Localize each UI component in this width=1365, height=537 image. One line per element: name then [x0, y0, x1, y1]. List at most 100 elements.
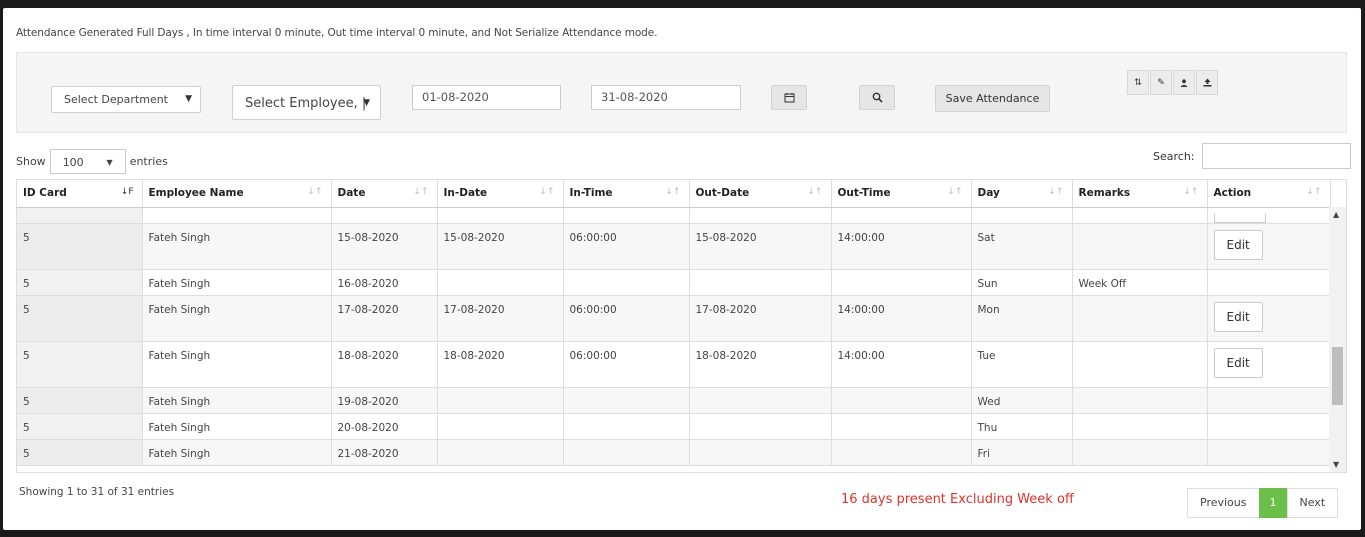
- column-header-label: Day: [977, 187, 1000, 200]
- sort-icon: ↓↑: [307, 187, 323, 197]
- scrollbar-thumb[interactable]: [1332, 347, 1343, 405]
- id-card-cell: 5: [17, 341, 143, 388]
- remarks-cell: [1072, 387, 1208, 414]
- upload-tool-button[interactable]: [1196, 70, 1218, 95]
- employee-select[interactable]: Select Employee, | ▼: [232, 85, 381, 120]
- table-row: 5 Fateh Singh 19-08-2020 Wed: [17, 387, 1331, 414]
- scroll-up-icon[interactable]: ▲: [1333, 210, 1339, 219]
- in-date-cell: [437, 439, 564, 466]
- from-date-input[interactable]: 01-08-2020: [412, 85, 561, 110]
- column-header-label: Out-Date: [695, 187, 750, 200]
- out-time-cell: [831, 269, 972, 296]
- upload-icon: [1203, 78, 1211, 87]
- employee-name-cell: Fateh Singh: [142, 341, 332, 388]
- edit-button[interactable]: Edit: [1213, 301, 1263, 332]
- table-header-row: ID Card ↓F Employee Name ↓↑ Date ↓↑ In-Date…: [17, 180, 1331, 208]
- search-button[interactable]: [859, 85, 895, 110]
- column-header-label: ID Card: [23, 187, 67, 200]
- previous-page-button[interactable]: Previous: [1187, 488, 1260, 518]
- column-header[interactable]: ID Card ↓F: [17, 180, 143, 208]
- table-scrollbar[interactable]: ▲ ▼: [1329, 207, 1346, 472]
- sort-icon: ↓↑: [1306, 187, 1322, 197]
- id-card-cell: 5: [17, 269, 143, 296]
- out-date-cell: 17-08-2020: [689, 295, 832, 342]
- next-page-button[interactable]: Next: [1286, 488, 1339, 518]
- employee-name-cell: Fateh Singh: [142, 413, 332, 440]
- column-header-label: Action: [1213, 187, 1252, 200]
- chevron-down-icon: ▼: [363, 98, 370, 108]
- in-time-cell: 06:00:00: [563, 341, 690, 388]
- in-time-cell: [563, 413, 690, 440]
- in-time-cell: [563, 387, 690, 414]
- action-cell: [1207, 439, 1331, 466]
- table-row: 5 Fateh Singh 20-08-2020 Thu: [17, 413, 1331, 440]
- remarks-cell: [1072, 413, 1208, 440]
- remarks-cell: [1072, 223, 1208, 270]
- column-header[interactable]: Employee Name ↓↑: [142, 180, 332, 208]
- id-card-cell: 5: [17, 295, 143, 342]
- column-header[interactable]: Date ↓↑: [331, 180, 438, 208]
- sort-icon: ↓↑: [947, 187, 963, 197]
- column-header[interactable]: Action ↓↑: [1207, 180, 1331, 208]
- table-row: 5 Fateh Singh 17-08-2020 17-08-2020 06:0…: [17, 295, 1331, 342]
- column-header-label: Remarks: [1078, 187, 1131, 200]
- id-card-cell: 5: [17, 387, 143, 414]
- in-date-cell: [437, 387, 564, 414]
- sort-desc-icon: ↓F: [120, 187, 134, 197]
- search-icon: [872, 92, 883, 103]
- present-summary: 16 days present Excluding Week off: [841, 492, 1074, 507]
- column-header-label: Out-Time: [837, 187, 891, 200]
- sort-icon: ↓↑: [1183, 187, 1199, 197]
- sort-icon: ↓↑: [1048, 187, 1064, 197]
- user-icon: [1180, 78, 1188, 87]
- column-header[interactable]: Out-Date ↓↑: [689, 180, 832, 208]
- date-cell: 15-08-2020: [331, 223, 438, 270]
- employee-name-cell: Fateh Singh: [142, 439, 332, 466]
- date-cell: 21-08-2020: [331, 439, 438, 466]
- sort-tool-button[interactable]: ⇅: [1127, 70, 1149, 95]
- table-info: Showing 1 to 31 of 31 entries: [19, 486, 175, 498]
- column-header[interactable]: Out-Time ↓↑: [831, 180, 972, 208]
- out-time-cell: 14:00:00: [831, 223, 972, 270]
- column-header-label: In-Date: [443, 187, 488, 200]
- attendance-notice: Attendance Generated Full Days , In time…: [16, 27, 658, 39]
- column-header[interactable]: Remarks ↓↑: [1072, 180, 1208, 208]
- attendance-table: ID Card ↓F Employee Name ↓↑ Date ↓↑ In-Date…: [17, 180, 1331, 466]
- day-cell: Mon: [971, 295, 1073, 342]
- in-time-cell: 06:00:00: [563, 295, 690, 342]
- scroll-down-icon[interactable]: ▼: [1333, 460, 1339, 469]
- out-date-cell: 15-08-2020: [689, 223, 832, 270]
- column-header-label: Date: [337, 187, 366, 200]
- page-1-button[interactable]: 1: [1258, 488, 1288, 518]
- remarks-cell: Week Off: [1072, 269, 1208, 296]
- partial-edit-button[interactable]: [1213, 212, 1266, 223]
- calendar-button[interactable]: [771, 85, 807, 110]
- to-date-input[interactable]: 31-08-2020: [591, 85, 741, 110]
- attendance-table-container: ID Card ↓F Employee Name ↓↑ Date ↓↑ In-Date…: [16, 179, 1347, 473]
- column-header[interactable]: In-Date ↓↑: [437, 180, 564, 208]
- search-input[interactable]: [1201, 143, 1351, 169]
- edit-button[interactable]: Edit: [1213, 229, 1263, 260]
- edit-tool-button[interactable]: ✎: [1150, 70, 1172, 95]
- toolbar: ⇅ ✎: [1127, 70, 1268, 97]
- save-attendance-button[interactable]: Save Attendance: [935, 85, 1050, 112]
- action-cell: [1207, 269, 1331, 296]
- action-cell: [1207, 413, 1331, 440]
- show-label: Show: [16, 155, 46, 168]
- out-date-cell: [689, 413, 832, 440]
- in-date-cell: 17-08-2020: [437, 295, 564, 342]
- column-header[interactable]: Day ↓↑: [971, 180, 1073, 208]
- column-header[interactable]: In-Time ↓↑: [563, 180, 690, 208]
- employee-name-cell: Fateh Singh: [142, 295, 332, 342]
- entries-select[interactable]: 100 ▼: [49, 149, 126, 174]
- date-cell: 16-08-2020: [331, 269, 438, 296]
- date-cell: 20-08-2020: [331, 413, 438, 440]
- department-select[interactable]: Select Department ▼: [51, 86, 201, 113]
- table-search: Search:: [1153, 143, 1351, 169]
- out-date-cell: [689, 269, 832, 296]
- employee-name-cell: Fateh Singh: [142, 223, 332, 270]
- edit-button[interactable]: Edit: [1213, 347, 1263, 378]
- edit-icon: ✎: [1157, 77, 1165, 88]
- employee-select-value: Select Employee, |: [245, 96, 367, 111]
- user-tool-button[interactable]: [1173, 70, 1195, 95]
